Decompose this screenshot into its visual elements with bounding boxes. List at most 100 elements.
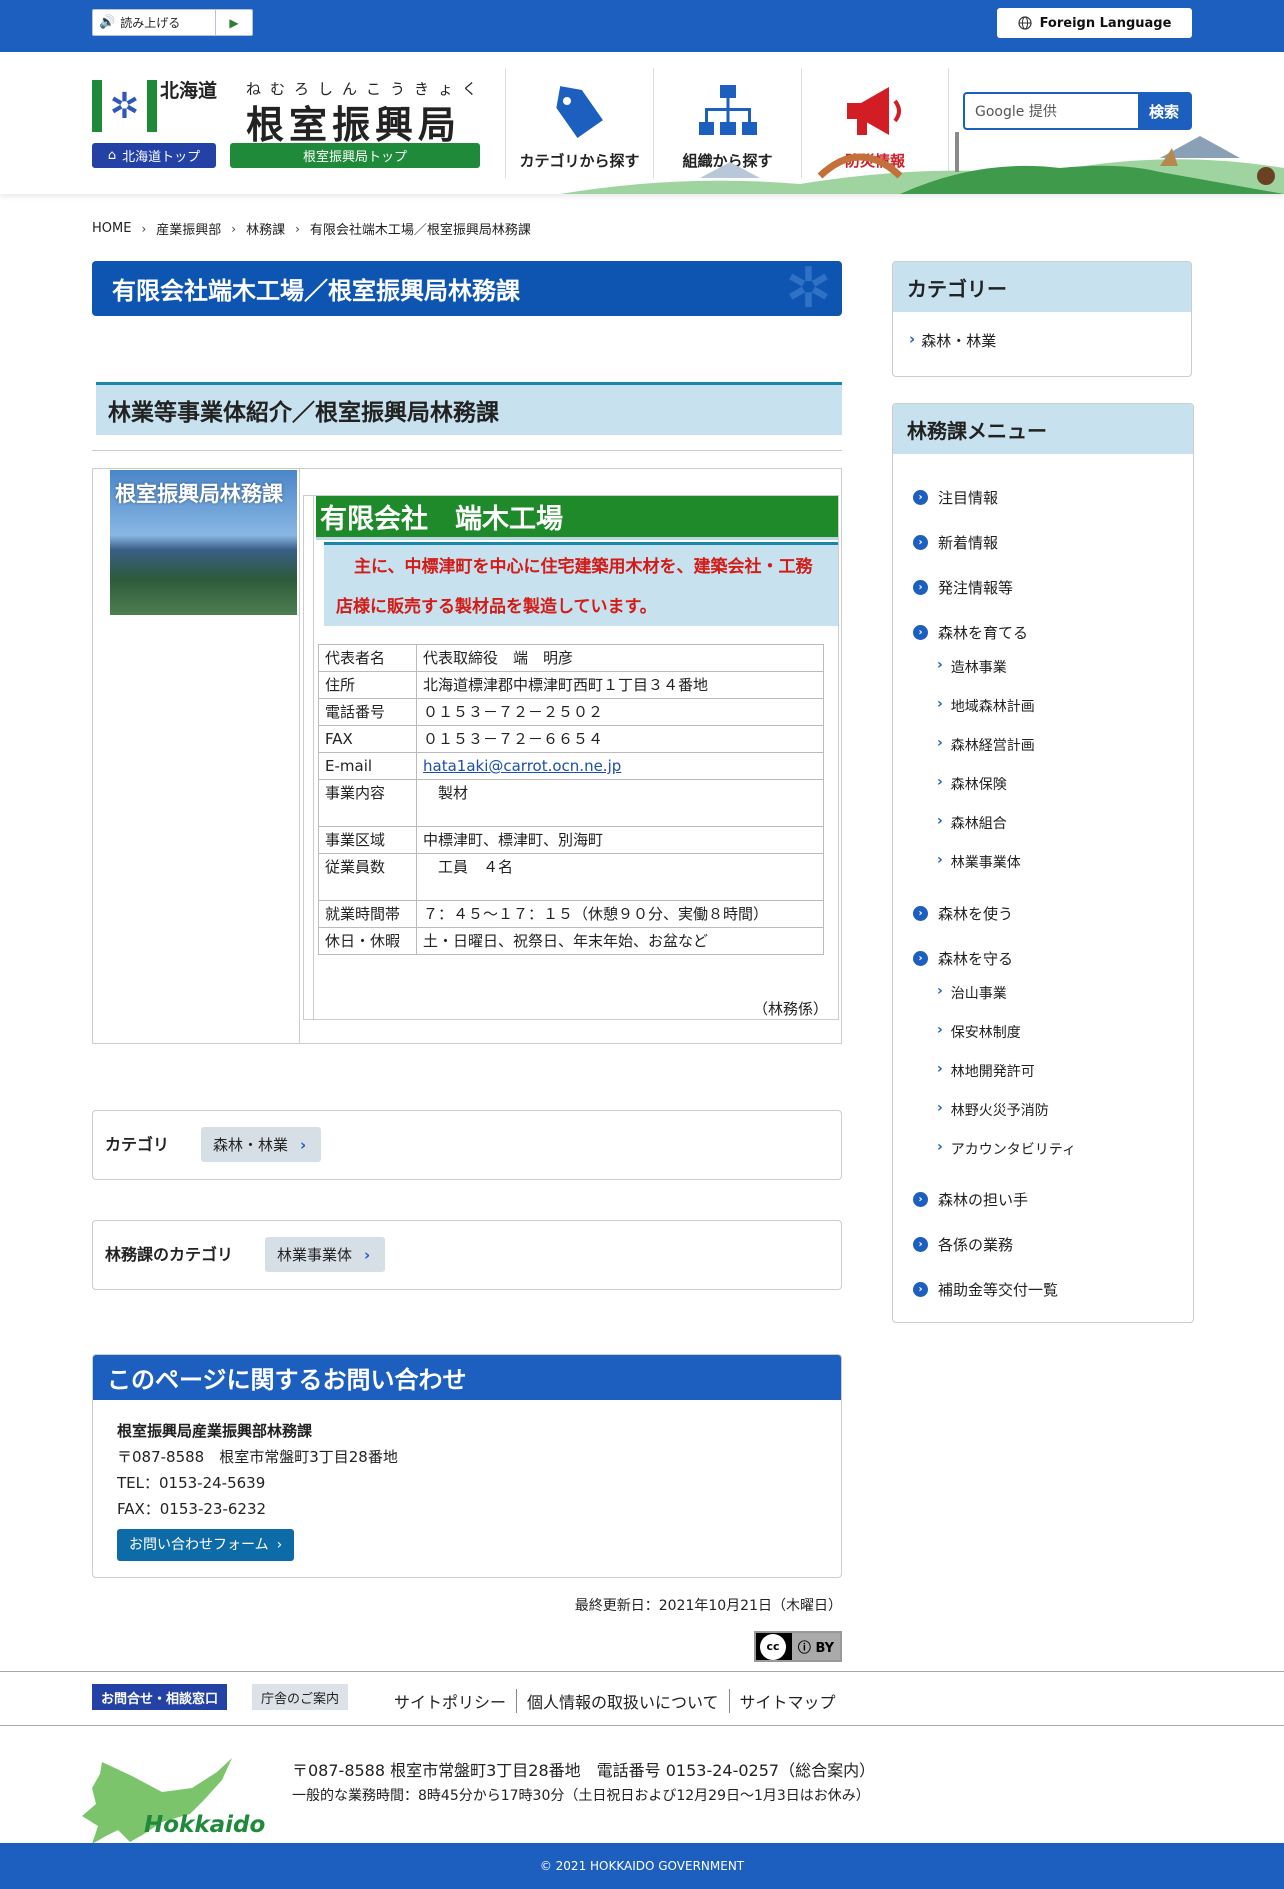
breadcrumb-industry[interactable]: 産業振興部 — [156, 219, 221, 238]
menu-item-featured[interactable]: › 注目情報 — [913, 487, 998, 508]
breadcrumb-home[interactable]: HOME — [92, 221, 131, 236]
chevron-right-icon: › — [937, 1022, 943, 1038]
menu-subitem[interactable]: › 造林事業 — [937, 657, 1007, 677]
hokkaido-top-button[interactable]: ⌂ 北海道トップ — [92, 143, 216, 168]
table-row: E-mail hata1aki@carrot.ocn.ne.jp — [318, 752, 824, 780]
section-category-label: 林務課のカテゴリ — [105, 1245, 234, 1264]
chevron-circle-icon: › — [913, 1237, 928, 1252]
signature: （林務係） — [752, 1000, 828, 1018]
footer-link-sitemap[interactable]: サイトマップ — [728, 1689, 846, 1713]
table-row: 事業内容 製材 — [318, 779, 824, 827]
menu-subitem[interactable]: › 森林保険 — [937, 774, 1007, 794]
menu-item-use-forest[interactable]: › 森林を使う — [913, 903, 1013, 924]
footer-office-button[interactable]: 庁舎のご案内 — [252, 1684, 349, 1710]
read-aloud-widget[interactable]: 🔊 読み上げる ▶ — [92, 9, 253, 36]
chevron-right-icon: › — [937, 774, 943, 790]
page-title-text: 有限会社端木工場／根室振興局林務課 — [112, 277, 520, 305]
site-search[interactable]: Google 提供 検索 — [963, 92, 1192, 130]
divider — [92, 450, 842, 451]
landscape-illustration — [560, 132, 1284, 194]
logo-pref-name: 北海道 — [160, 80, 218, 102]
read-aloud-button[interactable]: 🔊 読み上げる — [93, 10, 216, 35]
chevron-right-icon: › — [937, 1100, 943, 1116]
menu-subitem[interactable]: › 治山事業 — [937, 983, 1007, 1003]
content-table: 根室振興局林務課 有限会社 端木工場 主に、中標津町を中心に住宅建築用木材を、建… — [92, 468, 842, 1044]
footer-link-privacy[interactable]: 個人情報の取扱いについて — [516, 1689, 729, 1713]
chevron-right-icon: › — [300, 1135, 307, 1154]
table-row: 代表者名 代表取締役 端 明彦 — [318, 644, 824, 672]
chevron-right-icon: › — [937, 735, 943, 751]
foreign-language-button[interactable]: Foreign Language — [997, 8, 1192, 38]
chevron-right-icon: › — [909, 330, 916, 348]
category-box: カテゴリ 森林・林業 › — [92, 1110, 842, 1180]
menu-subitem[interactable]: › 森林組合 — [937, 813, 1007, 833]
chevron-right-icon: › — [937, 1061, 943, 1077]
breadcrumb-forestry[interactable]: 林務課 — [246, 219, 285, 238]
speaker-icon: 🔊 — [99, 15, 116, 30]
menu-item-workers[interactable]: › 森林の担い手 — [913, 1189, 1028, 1210]
forest-photo: 根室振興局林務課 — [110, 470, 297, 615]
company-name: 有限会社 端木工場 — [316, 496, 838, 540]
email-link[interactable]: hata1aki@carrot.ocn.ne.jp — [423, 757, 621, 775]
read-aloud-label: 読み上げる — [120, 16, 181, 30]
site-header: ✲ 北海道 ねむろしんこうきょく 根室振興局 ⌂ 北海道トップ 根室振興局トップ… — [0, 52, 1284, 194]
page-title: 有限会社端木工場／根室振興局林務課 ✲ — [92, 261, 842, 316]
chevron-right-icon: › — [937, 657, 943, 673]
chevron-circle-icon: › — [913, 1282, 928, 1297]
copyright: © 2021 HOKKAIDO GOVERNMENT — [0, 1843, 1284, 1889]
chevron-right-icon: › — [937, 852, 943, 868]
chevron-right-icon: › — [141, 221, 147, 236]
breadcrumb: HOME › 産業振興部 › 林務課 › 有限会社端木工場／根室振興局林務課 — [92, 219, 531, 238]
logo-bureau-name[interactable]: 根室振興局 — [246, 94, 461, 149]
sidebar-menu-head: 林務課メニュー — [893, 404, 1193, 454]
menu-subitem[interactable]: › 森林経営計画 — [937, 735, 1035, 755]
section-category-chip[interactable]: 林業事業体 › — [265, 1237, 385, 1272]
company-box: 有限会社 端木工場 主に、中標津町を中心に住宅建築用木材を、建築会社・工務店様に… — [303, 495, 839, 1020]
sidebar-menu: 林務課メニュー › 注目情報 › 新着情報 › 発注情報等 › 森林を育てる › 造林事業… — [892, 403, 1194, 1323]
search-input[interactable]: Google 提供 — [965, 94, 1138, 128]
breadcrumb-current: 有限会社端木工場／根室振興局林務課 — [309, 223, 531, 238]
section-category-box: 林務課のカテゴリ 林業事業体 › — [92, 1220, 842, 1290]
menu-item-orders[interactable]: › 発注情報等 — [913, 577, 1013, 598]
menu-subitem[interactable]: › アカウンタビリティ — [937, 1139, 1076, 1159]
photo-label: 根室振興局林務課 — [115, 482, 283, 506]
chevron-circle-icon: › — [913, 625, 928, 640]
contact-form-button[interactable]: お問い合わせフォーム › — [117, 1529, 295, 1561]
snowflake-icon: ✲ — [785, 261, 832, 316]
chevron-circle-icon: › — [913, 535, 928, 550]
menu-subitem[interactable]: › 林野火災予消防 — [937, 1100, 1049, 1120]
search-button[interactable]: 検索 — [1138, 94, 1190, 128]
contact-org: 根室振興局産業振興部林務課 — [117, 1422, 313, 1440]
footer-hours: 一般的な業務時間：8時45分から17時30分（土日祝日および12月29日～1月3… — [292, 1788, 870, 1804]
menu-subitem[interactable]: › 林地開発許可 — [937, 1061, 1035, 1081]
sidebar-category-item[interactable]: › 森林・林業 — [909, 330, 996, 351]
chevron-right-icon: › — [937, 813, 943, 829]
menu-item-news[interactable]: › 新着情報 — [913, 532, 998, 553]
hokkaido-emblem-icon[interactable]: ✲ — [92, 80, 157, 132]
menu-item-protect-forest[interactable]: › 森林を守る — [913, 948, 1013, 969]
chevron-right-icon: › — [276, 1537, 283, 1553]
creative-commons-icon[interactable]: cc ⓘ BY — [754, 1631, 842, 1662]
category-chip[interactable]: 森林・林業 › — [201, 1127, 321, 1162]
footer-contact-button[interactable]: お問合せ・相談窓口 — [92, 1684, 228, 1710]
menu-item-duties[interactable]: › 各係の業務 — [913, 1234, 1013, 1255]
chevron-circle-icon: › — [913, 580, 928, 595]
menu-subitem[interactable]: › 保安林制度 — [937, 1022, 1021, 1042]
menu-subitem[interactable]: › 林業事業体 — [937, 852, 1021, 872]
company-description: 主に、中標津町を中心に住宅建築用木材を、建築会社・工務店様に販売する製材品を製造… — [324, 542, 838, 626]
sidebar-category: カテゴリー › 森林・林業 — [892, 261, 1192, 377]
menu-subitem[interactable]: › 地域森林計画 — [937, 696, 1035, 716]
footer-info: Hokkaido 〒087-8588 根室市常盤町3丁目28番地 電話番号 01… — [0, 1726, 1284, 1844]
chevron-circle-icon: › — [913, 1192, 928, 1207]
home-icon: ⌂ — [107, 148, 117, 163]
last-updated: 最終更新日：2021年10月21日（木曜日） — [574, 1598, 842, 1614]
bureau-top-button[interactable]: 根室振興局トップ — [230, 143, 480, 168]
chevron-circle-icon: › — [913, 951, 928, 966]
play-icon[interactable]: ▶ — [216, 16, 252, 30]
footer-link-site-policy[interactable]: サイトポリシー — [384, 1689, 516, 1713]
menu-item-grow-forest[interactable]: › 森林を育てる — [913, 622, 1028, 643]
company-info-table: 代表者名 代表取締役 端 明彦 住所 北海道標津郡中標津町西町１丁目３４番地 電話番… — [318, 644, 824, 955]
chevron-right-icon: › — [937, 1139, 943, 1155]
menu-item-subsidies[interactable]: › 補助金等交付一覧 — [913, 1279, 1058, 1300]
contact-tel: TEL：0153-24-5639 — [117, 1474, 266, 1492]
